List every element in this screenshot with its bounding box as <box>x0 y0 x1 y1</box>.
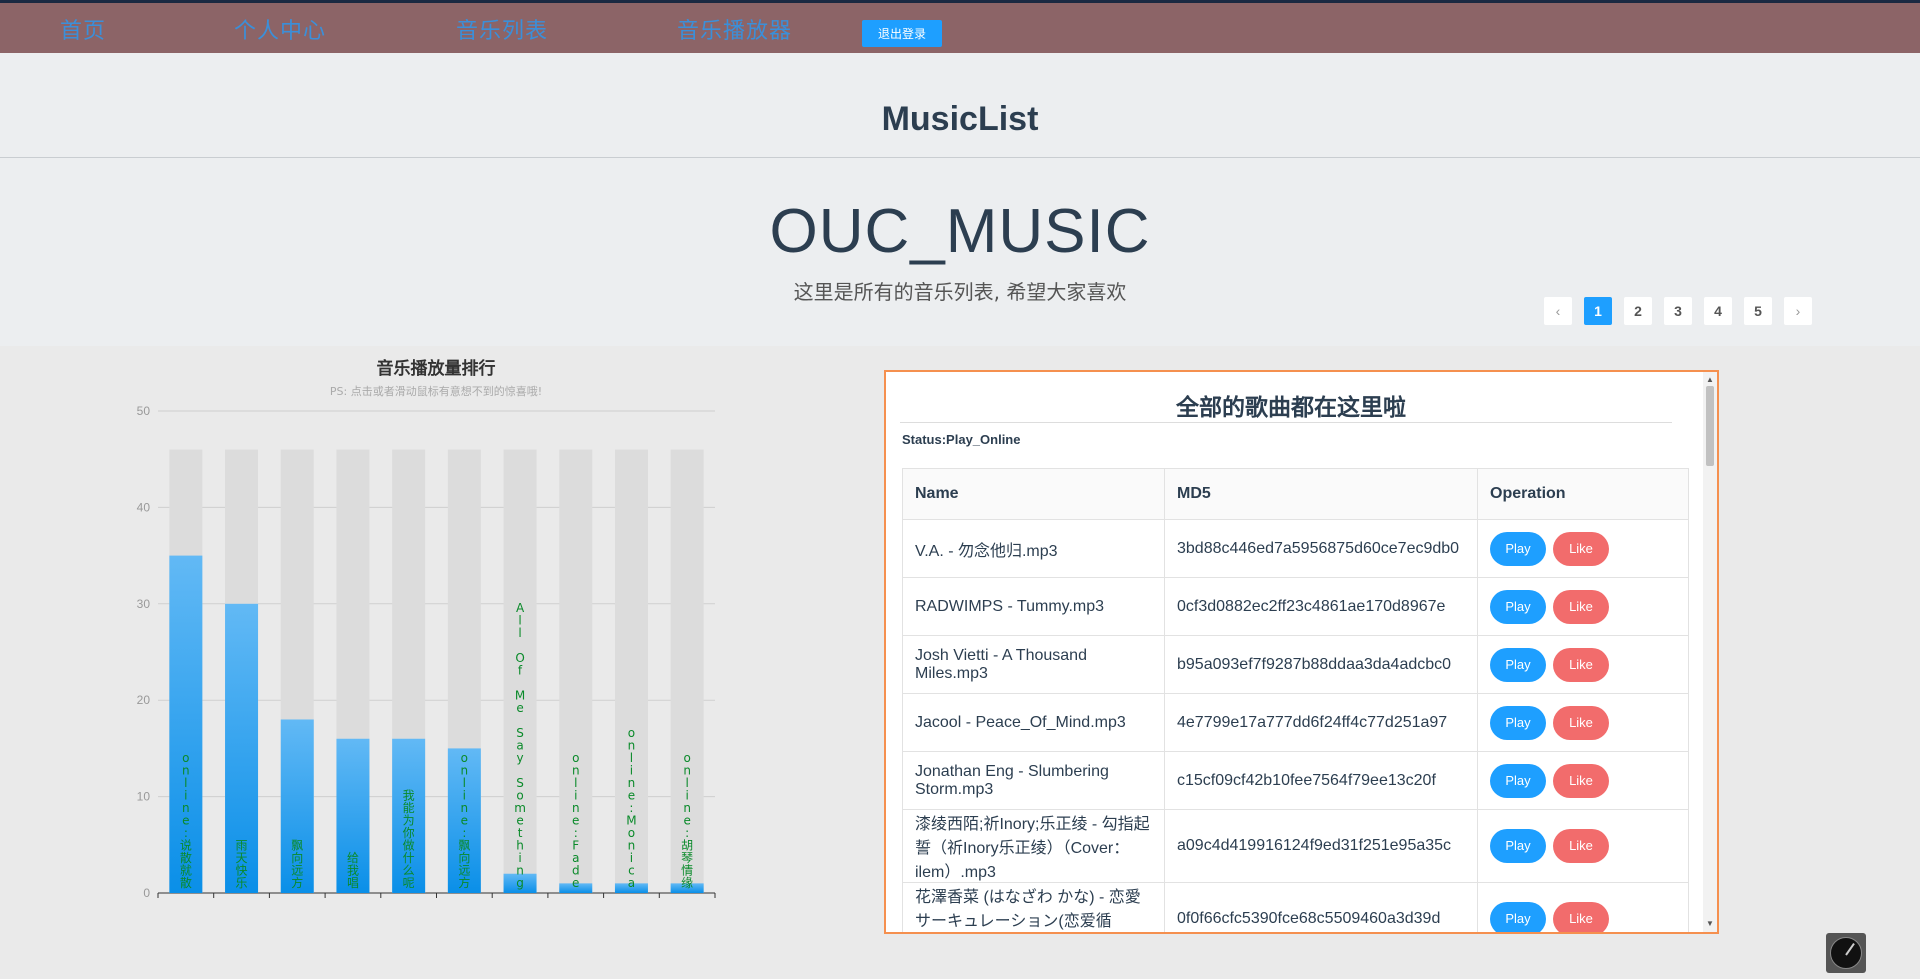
song-md5: c15cf09cf42b10fee7564f79ee13c20f <box>1164 751 1478 810</box>
song-md5: 0f0f66cfc5390fce68c5509460a3d39d <box>1164 882 1478 932</box>
play-button[interactable]: Play <box>1490 647 1546 682</box>
song-operations: Play Like <box>1477 882 1689 932</box>
page-next-button[interactable]: › <box>1784 297 1812 325</box>
table-row: RADWIMPS - Tummy.mp3 0cf3d0882ec2ff23c486… <box>902 577 1689 636</box>
song-md5: 4e7799e17a777dd6f24ff4c77d251a97 <box>1164 693 1478 752</box>
play-button[interactable]: Play <box>1490 589 1546 624</box>
song-md5: 3bd88c446ed7a5956875d60ce7ec9db0 <box>1164 519 1478 578</box>
like-button[interactable]: Like <box>1553 705 1609 740</box>
bar-label: 我能为你做什么呢 <box>403 789 415 891</box>
scroll-down-icon[interactable]: ▼ <box>1703 918 1717 930</box>
bar-label: 给我唱 <box>347 851 359 890</box>
play-button[interactable]: Play <box>1490 705 1546 740</box>
column-header-md5: MD5 <box>1164 468 1478 520</box>
table-row: Jonathan Eng - Slumbering Storm.mp3 c15cf… <box>902 751 1689 810</box>
song-operations: Play Like <box>1477 577 1689 636</box>
song-md5: 0cf3d0882ec2ff23c4861ae170d8967e <box>1164 577 1478 636</box>
panel-scrollbar[interactable]: ▲ ▼ <box>1703 372 1717 932</box>
page-3-button[interactable]: 3 <box>1664 297 1692 325</box>
song-operations: Play Like <box>1477 635 1689 694</box>
table-row: 漆绫西陌;祈Inory;乐正绫 - 勾指起誓（祈Inory乐正绫）（Cover：… <box>902 809 1689 883</box>
play-button[interactable]: Play <box>1490 531 1546 566</box>
like-button[interactable]: Like <box>1553 531 1609 566</box>
song-operations: Play Like <box>1477 751 1689 810</box>
song-name: 花澤香菜 (はなざわ かな) - 恋愛サーキュレーション(恋爱循环).mp3 <box>902 882 1165 932</box>
song-md5: b95a093ef7f9287b88ddaa3da4adcbc0 <box>1164 635 1478 694</box>
song-name: Jacool - Peace_Of_Mind.mp3 <box>902 693 1165 752</box>
y-tick-label: 40 <box>137 500 151 514</box>
play-count-chart[interactable]: 01020304050o n l i n e:说散就散雨天快乐飘向远方给我唱我能为你做什么… <box>0 0 740 920</box>
like-button[interactable]: Like <box>1553 647 1609 682</box>
page-4-button[interactable]: 4 <box>1704 297 1732 325</box>
panel-title: 全部的歌曲都在这里啦 <box>1176 395 1406 421</box>
status-label: Status:Play_Online <box>902 432 1021 447</box>
song-name: Josh Vietti - A Thousand Miles.mp3 <box>902 635 1165 694</box>
like-button[interactable]: Like <box>1553 829 1609 863</box>
like-button[interactable]: Like <box>1553 589 1609 624</box>
play-button[interactable]: Play <box>1490 829 1546 863</box>
song-name: RADWIMPS - Tummy.mp3 <box>902 577 1165 636</box>
page-1-button[interactable]: 1 <box>1584 297 1612 325</box>
bar-label: online:Fade <box>572 751 580 890</box>
page-2-button[interactable]: 2 <box>1624 297 1652 325</box>
song-md5: a09c4d419916124f9ed31f251e95a35c <box>1164 809 1478 883</box>
table-row: V.A. - 勿念他归.mp3 3bd88c446ed7a5956875d60ce… <box>902 519 1689 578</box>
scroll-up-icon[interactable]: ▲ <box>1703 374 1717 386</box>
table-row: Josh Vietti - A Thousand Miles.mp3 b95a09… <box>902 635 1689 694</box>
song-operations: Play Like <box>1477 693 1689 752</box>
y-tick-label: 50 <box>137 404 151 418</box>
table-header-row: Name MD5 Operation <box>902 468 1689 520</box>
bar-label: 飘向远方 <box>291 839 303 891</box>
scroll-thumb[interactable] <box>1706 386 1714 466</box>
page-prev-button[interactable]: ‹ <box>1544 297 1572 325</box>
play-button[interactable]: Play <box>1490 902 1546 932</box>
column-header-name: Name <box>902 468 1165 520</box>
song-table: Name MD5 Operation V.A. - 勿念他归.mp3 3bd88c… <box>902 468 1689 932</box>
logout-button[interactable]: 退出登录 <box>862 20 942 47</box>
bar-label: 雨天快乐 <box>236 839 248 891</box>
y-tick-label: 30 <box>137 597 151 611</box>
page-5-button[interactable]: 5 <box>1744 297 1772 325</box>
play-button[interactable]: Play <box>1490 763 1546 798</box>
song-name: V.A. - 勿念他归.mp3 <box>902 519 1165 578</box>
song-operations: Play Like <box>1477 809 1689 883</box>
music-player-icon[interactable] <box>1826 933 1866 973</box>
column-header-operation: Operation <box>1477 468 1689 520</box>
song-operations: Play Like <box>1477 519 1689 578</box>
like-button[interactable]: Like <box>1553 763 1609 798</box>
y-tick-label: 20 <box>137 693 151 707</box>
song-list-panel: 全部的歌曲都在这里啦 Status:Play_Online Name MD5 O… <box>884 370 1719 934</box>
y-tick-label: 0 <box>143 886 150 900</box>
song-name: Jonathan Eng - Slumbering Storm.mp3 <box>902 751 1165 810</box>
like-button[interactable]: Like <box>1553 902 1609 932</box>
table-row: Jacool - Peace_Of_Mind.mp3 4e7799e17a777d… <box>902 693 1689 752</box>
y-tick-label: 10 <box>137 790 151 804</box>
table-row: 花澤香菜 (はなざわ かな) - 恋愛サーキュレーション(恋爱循环).mp30f… <box>902 882 1689 932</box>
song-name: 漆绫西陌;祈Inory;乐正绫 - 勾指起誓（祈Inory乐正绫）（Cover：… <box>902 809 1165 883</box>
panel-divider <box>900 422 1672 423</box>
